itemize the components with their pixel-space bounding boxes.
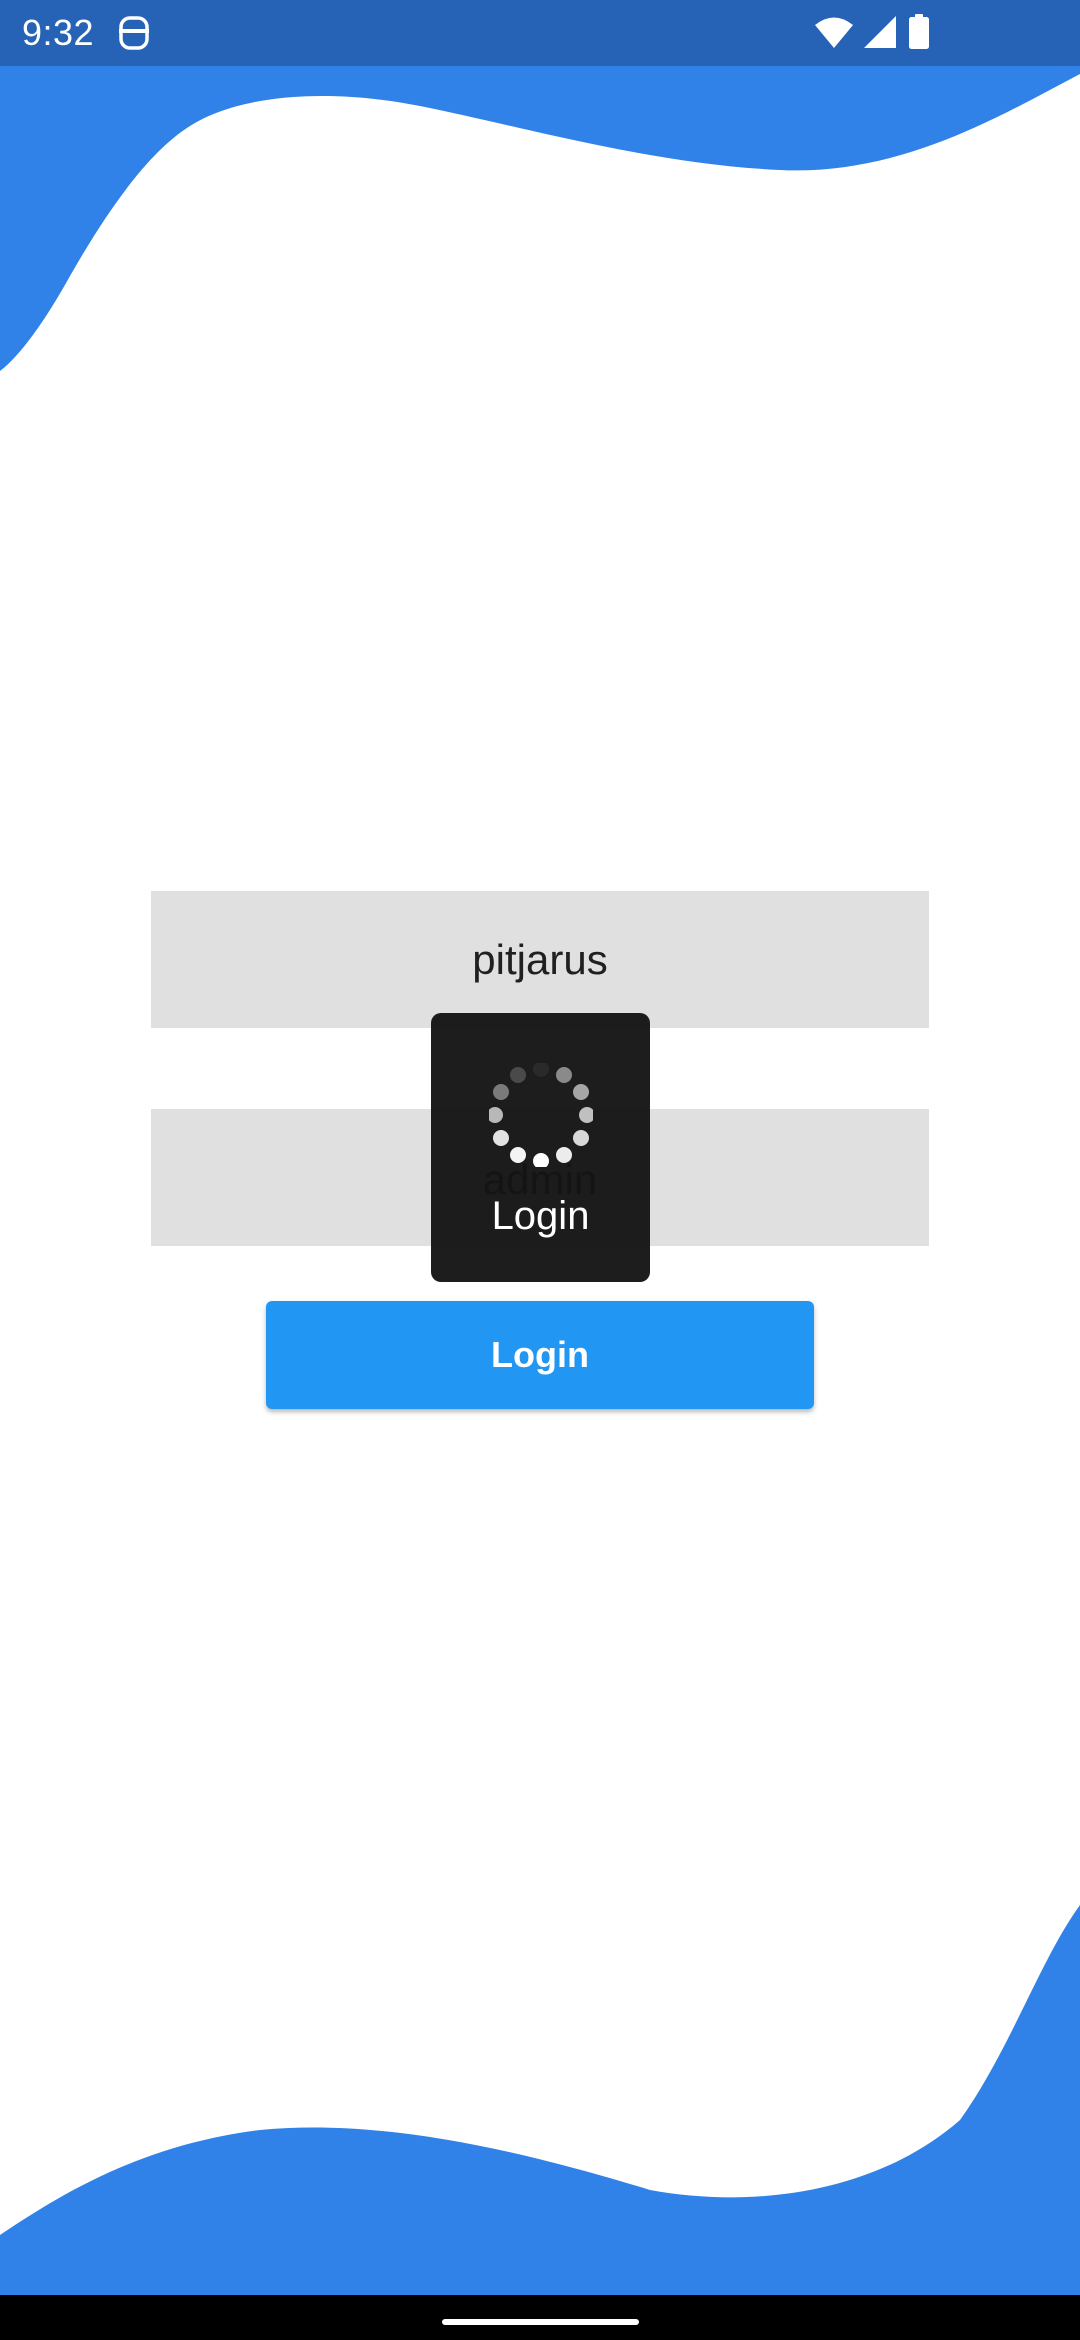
- home-indicator[interactable]: [442, 2319, 639, 2325]
- login-button[interactable]: Login: [266, 1301, 814, 1409]
- username-field[interactable]: [151, 891, 929, 1028]
- top-wave-decoration: [0, 66, 1080, 371]
- loading-label: Login: [491, 1194, 590, 1238]
- loading-dialog: Login: [431, 1013, 650, 1282]
- cellular-signal-icon: [864, 16, 896, 48]
- status-bar: 9:32: [0, 0, 1080, 66]
- battery-icon: [909, 14, 929, 49]
- app-notification-icon: [119, 16, 149, 50]
- status-time: 9:32: [22, 12, 95, 53]
- loading-spinner-icon: [489, 1063, 593, 1167]
- wifi-icon: [815, 17, 853, 48]
- navigation-bar: [0, 2295, 1080, 2340]
- login-screen: 9:32 admin Login: [0, 0, 1080, 2340]
- bottom-wave-decoration: [0, 1905, 1080, 2295]
